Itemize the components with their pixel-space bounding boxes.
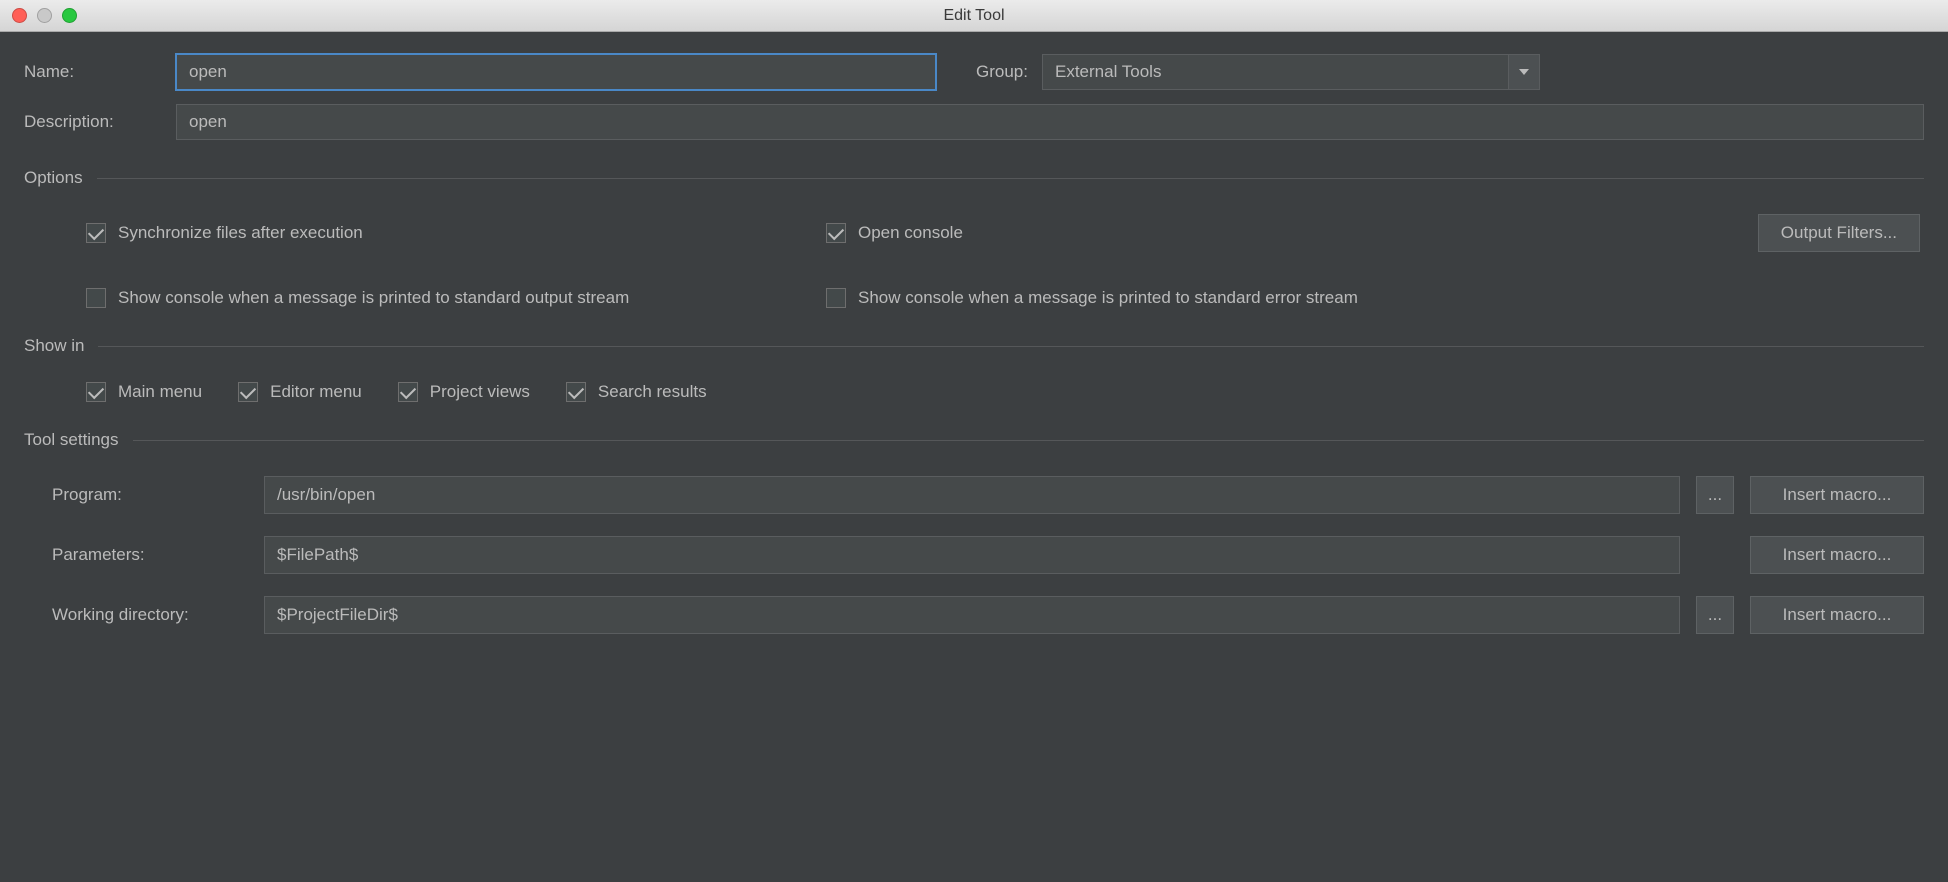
description-label: Description: xyxy=(24,112,162,132)
parameters-insert-macro-button[interactable]: Insert macro... xyxy=(1750,536,1924,574)
editor-menu-checkbox[interactable] xyxy=(238,382,258,402)
parameters-label: Parameters: xyxy=(52,545,248,565)
search-results-label: Search results xyxy=(598,382,707,402)
program-browse-button[interactable]: ... xyxy=(1696,476,1734,514)
workdir-insert-macro-button[interactable]: Insert macro... xyxy=(1750,596,1924,634)
show-stderr-label: Show console when a message is printed t… xyxy=(858,288,1358,308)
tool-settings-section-title: Tool settings xyxy=(24,430,119,450)
description-input[interactable] xyxy=(176,104,1924,140)
options-section-title: Options xyxy=(24,168,83,188)
editor-menu-label: Editor menu xyxy=(270,382,362,402)
project-views-label: Project views xyxy=(430,382,530,402)
section-divider xyxy=(133,440,1925,441)
show-in-section-title: Show in xyxy=(24,336,84,356)
group-combobox[interactable]: External Tools xyxy=(1042,54,1540,90)
workdir-label: Working directory: xyxy=(52,605,248,625)
section-divider xyxy=(98,346,1924,347)
group-label: Group: xyxy=(976,62,1028,82)
main-menu-label: Main menu xyxy=(118,382,202,402)
group-value[interactable]: External Tools xyxy=(1042,54,1508,90)
sync-files-checkbox[interactable] xyxy=(86,223,106,243)
name-input[interactable] xyxy=(176,54,936,90)
name-label: Name: xyxy=(24,62,162,82)
program-label: Program: xyxy=(52,485,248,505)
main-menu-checkbox[interactable] xyxy=(86,382,106,402)
group-dropdown-button[interactable] xyxy=(1508,54,1540,90)
output-filters-button[interactable]: Output Filters... xyxy=(1758,214,1920,252)
section-divider xyxy=(97,178,1924,179)
titlebar: Edit Tool xyxy=(0,0,1948,32)
workdir-browse-button[interactable]: ... xyxy=(1696,596,1734,634)
open-console-checkbox[interactable] xyxy=(826,223,846,243)
workdir-input[interactable] xyxy=(264,596,1680,634)
program-input[interactable] xyxy=(264,476,1680,514)
show-stdout-label: Show console when a message is printed t… xyxy=(118,288,629,308)
parameters-input[interactable] xyxy=(264,536,1680,574)
sync-files-label: Synchronize files after execution xyxy=(118,223,363,243)
project-views-checkbox[interactable] xyxy=(398,382,418,402)
show-stderr-checkbox[interactable] xyxy=(826,288,846,308)
show-stdout-checkbox[interactable] xyxy=(86,288,106,308)
open-console-label: Open console xyxy=(858,223,963,243)
program-insert-macro-button[interactable]: Insert macro... xyxy=(1750,476,1924,514)
window-title: Edit Tool xyxy=(0,7,1948,25)
chevron-down-icon xyxy=(1519,69,1529,75)
search-results-checkbox[interactable] xyxy=(566,382,586,402)
